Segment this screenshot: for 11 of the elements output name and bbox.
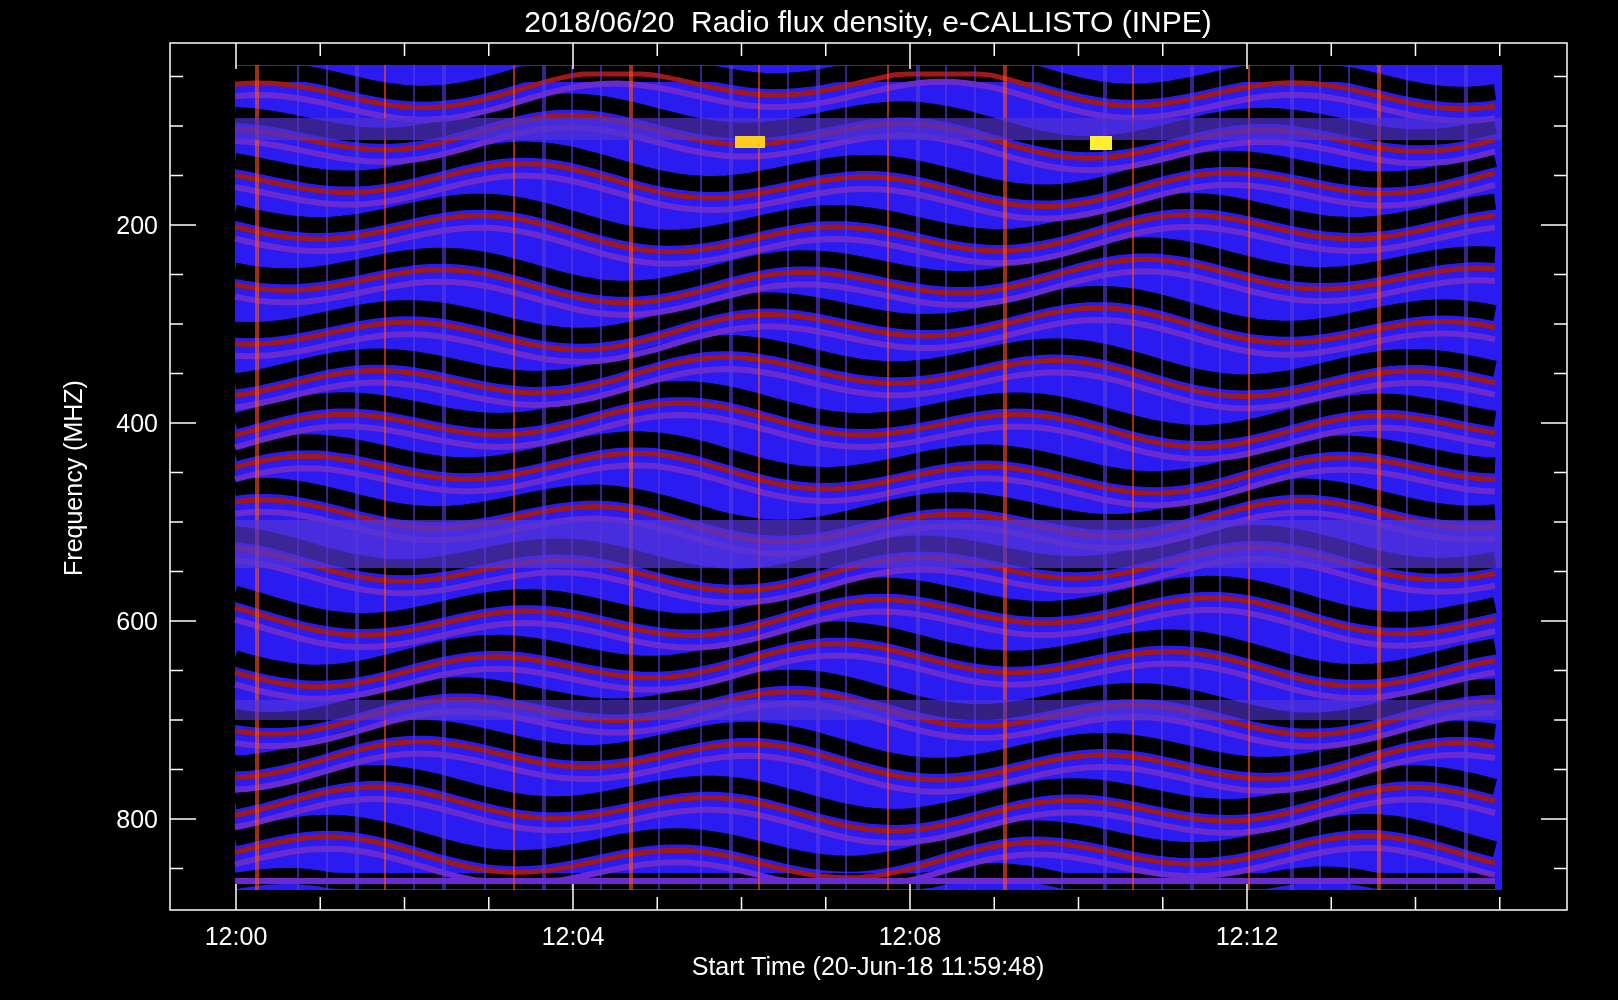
x-tick-label: 12:00	[204, 922, 268, 950]
y-tick-label: 800	[116, 805, 158, 833]
x-tick-label: 12:12	[1215, 922, 1279, 950]
x-tick-label: 12:04	[541, 922, 605, 950]
x-axis-title: Start Time (20-Jun-18 11:59:48)	[691, 952, 1045, 980]
x-tick-label: 12:08	[878, 922, 942, 950]
y-tick-label: 400	[116, 409, 158, 437]
y-axis-title: Frequency (MHZ)	[59, 380, 87, 576]
y-tick-label: 200	[116, 211, 158, 239]
y-tick-label: 600	[116, 607, 158, 635]
plot-title: 2018/06/20 Radio flux density, e-CALLISTO (INPE)	[524, 5, 1212, 38]
